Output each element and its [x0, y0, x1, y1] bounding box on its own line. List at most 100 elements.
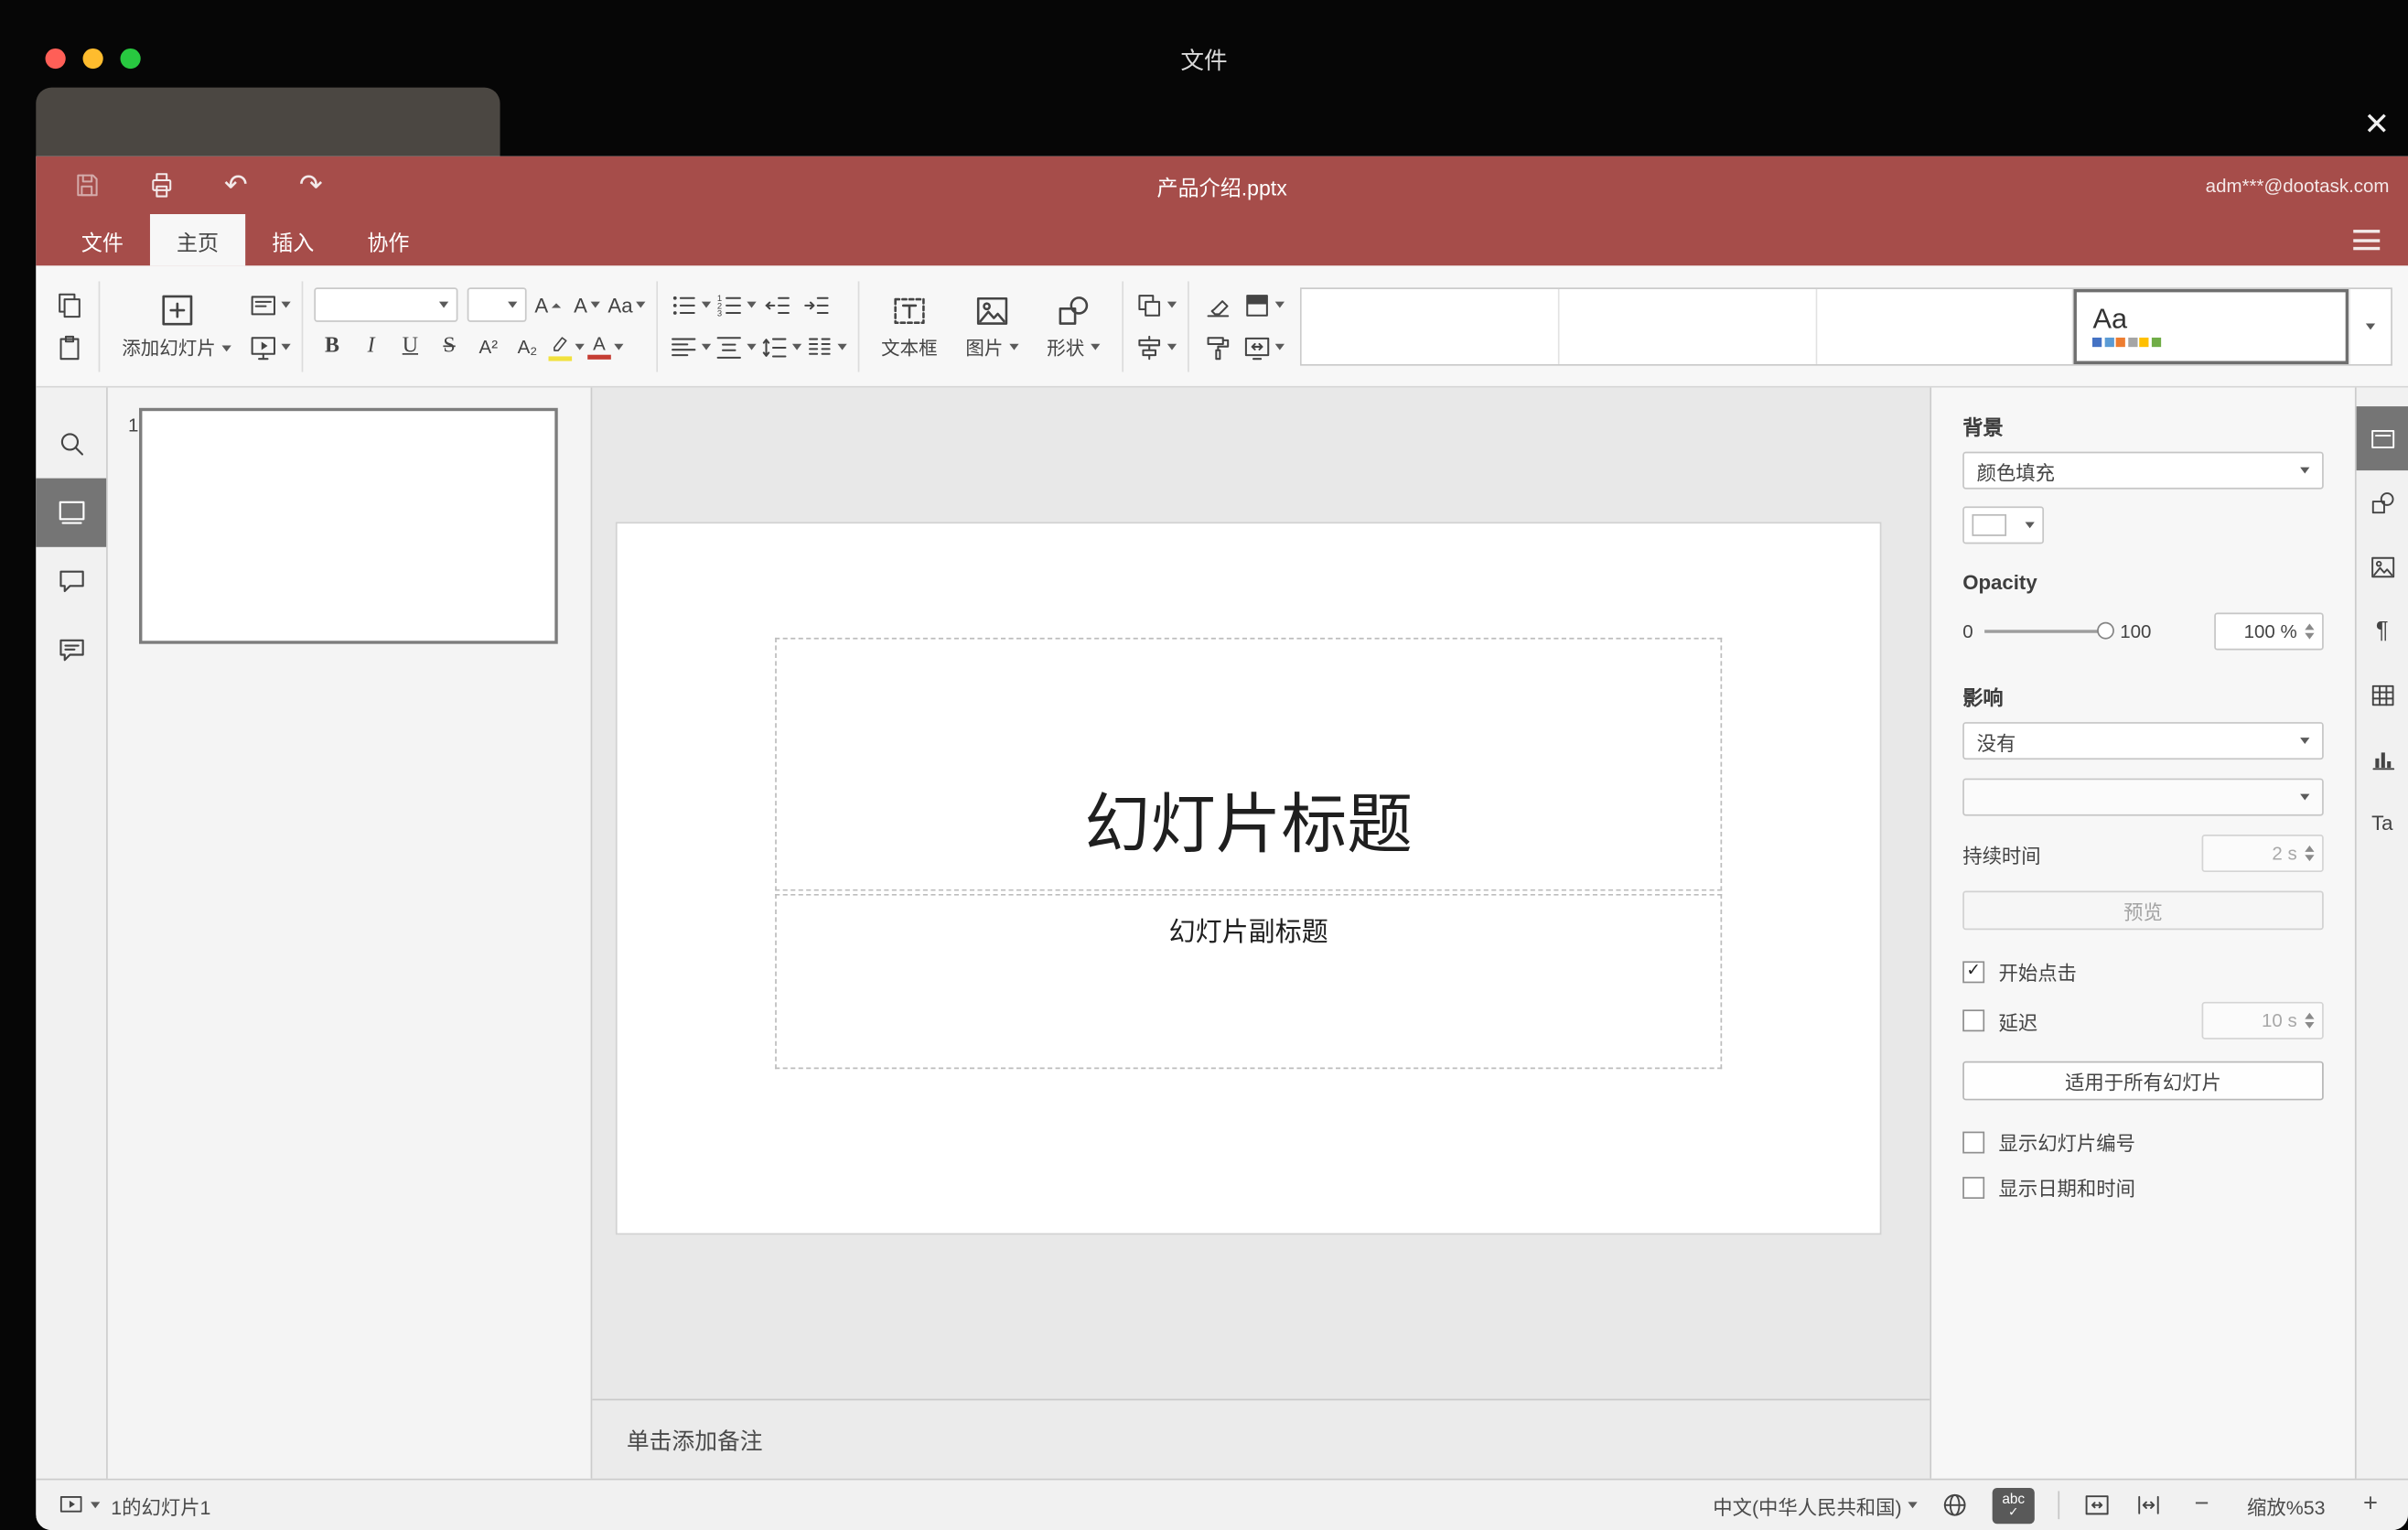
- notes-input[interactable]: 单击添加备注: [592, 1398, 1930, 1479]
- spell-check-button[interactable]: abc ✓: [1992, 1487, 2035, 1524]
- textbox-icon: [894, 296, 925, 324]
- horizontal-align-button[interactable]: [669, 329, 711, 364]
- superscript-button[interactable]: A²: [470, 329, 506, 364]
- font-name-combo[interactable]: [314, 287, 458, 322]
- stepper-arrows-icon[interactable]: [2305, 845, 2315, 862]
- theme-tile-3[interactable]: [1816, 288, 2074, 364]
- slide-thumbnail[interactable]: [139, 407, 558, 644]
- opacity-slider-thumb[interactable]: [2096, 621, 2114, 640]
- zoom-out-button[interactable]: −: [2186, 1491, 2217, 1519]
- theme-tile-selected[interactable]: Aa: [2073, 288, 2350, 364]
- columns-button[interactable]: [804, 329, 847, 364]
- bullets-button[interactable]: [669, 287, 711, 322]
- insert-shape-button[interactable]: 形状: [1036, 292, 1111, 361]
- underline-button[interactable]: U: [392, 329, 428, 364]
- increase-font-button[interactable]: A: [530, 287, 565, 322]
- theme-tile-1[interactable]: [1301, 288, 1560, 364]
- tab-collaboration[interactable]: 协作: [340, 214, 435, 265]
- slide-settings-tab[interactable]: [2356, 406, 2408, 471]
- tab-home[interactable]: 主页: [149, 213, 246, 266]
- save-button[interactable]: [67, 167, 104, 204]
- opacity-slider[interactable]: [1983, 621, 2114, 640]
- slide-canvas[interactable]: 幻灯片标题 幻灯片副标题: [617, 523, 1880, 1234]
- menu-button[interactable]: [2344, 221, 2390, 260]
- effect-variant-select[interactable]: [1962, 778, 2324, 816]
- strikeout-button[interactable]: S: [431, 329, 467, 364]
- show-slide-number-checkbox[interactable]: [1962, 1130, 1985, 1153]
- italic-button[interactable]: I: [353, 329, 389, 364]
- slide-size-button[interactable]: [1242, 329, 1285, 364]
- paste-button[interactable]: [51, 329, 87, 364]
- opacity-input[interactable]: 100 %: [2214, 612, 2324, 651]
- start-on-click-checkbox-row[interactable]: ✓ 开始点击: [1962, 956, 2324, 986]
- print-button[interactable]: [142, 167, 179, 204]
- stepper-arrows-icon[interactable]: [2305, 1012, 2315, 1029]
- insert-textbox-button[interactable]: 文本框: [870, 292, 948, 361]
- slides-panel-button[interactable]: [36, 478, 107, 547]
- add-slide-button[interactable]: 添加幻灯片: [111, 291, 242, 361]
- vertical-align-button[interactable]: [714, 329, 757, 364]
- shape-settings-tab[interactable]: [2357, 470, 2408, 534]
- fit-to-width-button[interactable]: [2134, 1491, 2163, 1519]
- font-color-button[interactable]: A: [587, 329, 624, 364]
- tab-file[interactable]: 文件: [55, 214, 150, 265]
- slide-layout-button[interactable]: [249, 287, 291, 322]
- stepper-arrows-icon[interactable]: [2305, 623, 2315, 640]
- theme-gallery-expand-button[interactable]: [2350, 288, 2391, 363]
- theme-sample-text: Aa: [2092, 303, 2128, 335]
- background-fill-select[interactable]: 颜色填充: [1962, 451, 2324, 490]
- comments-panel-button[interactable]: [36, 547, 106, 616]
- start-on-click-checkbox[interactable]: ✓: [1962, 960, 1985, 983]
- feedback-panel-button[interactable]: [36, 616, 106, 684]
- clear-style-button[interactable]: [1200, 287, 1236, 322]
- bold-button[interactable]: B: [314, 329, 349, 364]
- duration-input[interactable]: 2 s: [2201, 835, 2324, 873]
- preview-button[interactable]: 预览: [1962, 890, 2324, 931]
- image-settings-tab[interactable]: [2357, 534, 2408, 598]
- font-size-combo[interactable]: [467, 287, 527, 322]
- background-color-picker[interactable]: [1962, 506, 2045, 544]
- highlight-color-button[interactable]: [548, 329, 585, 364]
- apply-to-all-slides-button[interactable]: 适用于所有幻灯片: [1962, 1061, 2324, 1101]
- start-slideshow-status-button[interactable]: [58, 1492, 101, 1518]
- effect-select[interactable]: 没有: [1962, 722, 2324, 760]
- align-shape-button[interactable]: [1134, 329, 1177, 364]
- decrease-indent-button[interactable]: [759, 287, 795, 322]
- decrease-font-button[interactable]: A: [569, 287, 605, 322]
- show-date-time-checkbox[interactable]: [1962, 1176, 1985, 1199]
- start-slideshow-button[interactable]: [249, 329, 291, 364]
- change-case-button[interactable]: Aa: [607, 287, 646, 322]
- tab-insert[interactable]: 插入: [245, 214, 340, 265]
- subtitle-placeholder[interactable]: 幻灯片副标题: [775, 893, 1723, 1070]
- title-placeholder[interactable]: 幻灯片标题: [775, 637, 1723, 891]
- delay-input[interactable]: 10 s: [2201, 1001, 2324, 1040]
- line-spacing-button[interactable]: [759, 329, 802, 364]
- search-panel-button[interactable]: [36, 409, 106, 478]
- numbering-button[interactable]: 123: [714, 287, 757, 322]
- color-scheme-button[interactable]: [1242, 287, 1285, 322]
- increase-indent-button[interactable]: [799, 287, 834, 322]
- delay-checkbox[interactable]: [1962, 1009, 1985, 1032]
- show-date-time-row[interactable]: 显示日期和时间: [1962, 1172, 2324, 1201]
- delay-checkbox-row[interactable]: 延迟 10 s: [1962, 1001, 2324, 1040]
- document-language-button[interactable]: [1940, 1491, 1969, 1519]
- theme-tile-2[interactable]: [1559, 288, 1817, 364]
- subscript-button[interactable]: A₂: [510, 329, 545, 364]
- show-slide-number-row[interactable]: 显示幻灯片编号: [1962, 1126, 2324, 1156]
- chart-settings-tab[interactable]: [2357, 727, 2408, 791]
- copy-style-button[interactable]: [1200, 329, 1236, 364]
- table-settings-tab[interactable]: [2357, 663, 2408, 727]
- textart-settings-tab[interactable]: Ta: [2357, 791, 2408, 855]
- redo-button[interactable]: ↷: [292, 167, 329, 204]
- paragraph-settings-tab[interactable]: ¶: [2357, 598, 2408, 663]
- fit-to-slide-button[interactable]: [2083, 1491, 2112, 1519]
- undo-button[interactable]: ↶: [217, 167, 254, 204]
- copy-button[interactable]: [51, 287, 87, 322]
- editor-canvas: 幻灯片标题 幻灯片副标题 单击添加备注: [592, 387, 1930, 1479]
- arrange-shape-button[interactable]: [1134, 287, 1177, 322]
- modal-close-button[interactable]: ✕: [2353, 100, 2400, 146]
- insert-image-button[interactable]: 图片: [954, 292, 1029, 361]
- search-icon: [59, 433, 83, 456]
- language-selector[interactable]: 中文(中华人民共和国): [1713, 1491, 1918, 1520]
- zoom-in-button[interactable]: +: [2355, 1491, 2386, 1519]
